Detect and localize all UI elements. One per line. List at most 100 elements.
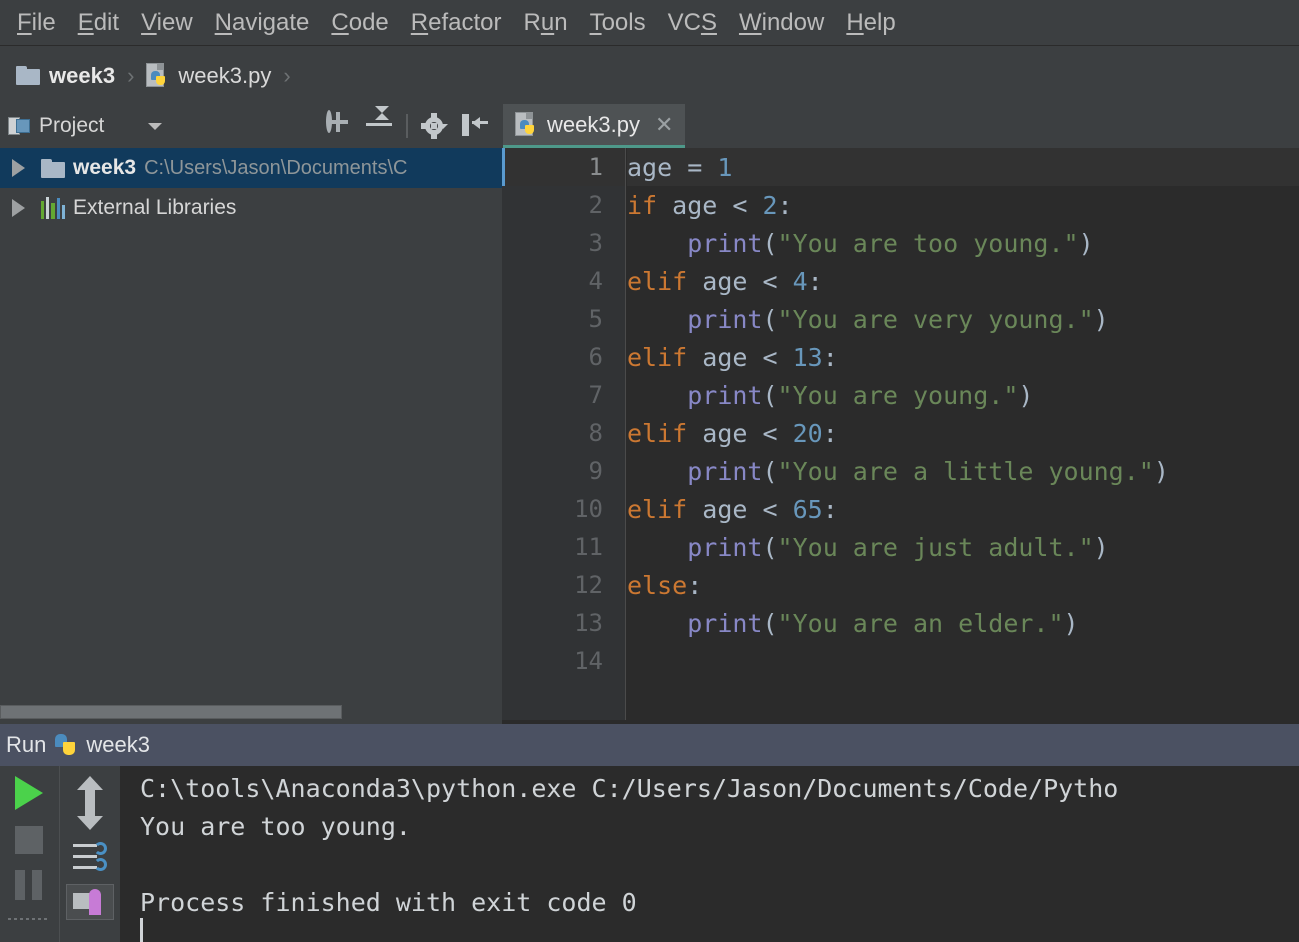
python-file-icon	[515, 112, 538, 137]
tree-row-path: C:\Users\Jason\Documents\C	[144, 156, 408, 179]
line-number[interactable]: 14	[502, 642, 625, 680]
collapse-all-icon[interactable]	[366, 106, 392, 139]
line-number[interactable]: 5	[502, 300, 625, 338]
gear-icon[interactable]	[421, 113, 448, 139]
stop-icon[interactable]	[15, 826, 43, 854]
line-number[interactable]: 3	[502, 224, 625, 262]
console-line: Process finished with exit code 0	[140, 888, 637, 917]
code-line[interactable]: print("You are just adult.")	[627, 528, 1299, 566]
code-line[interactable]: print("You are very young.")	[627, 300, 1299, 338]
editor-gutter[interactable]: 1 2 3 4 5 6 7 8 9 10 11 12 13 14	[502, 148, 626, 720]
line-number[interactable]: 9	[502, 452, 625, 490]
line-number[interactable]: 8	[502, 414, 625, 452]
line-number[interactable]: 7	[502, 376, 625, 414]
breadcrumb-folder[interactable]: week3	[16, 63, 115, 89]
project-window-icon	[8, 116, 31, 136]
menu-item-run[interactable]: Run	[513, 7, 579, 39]
code-token: (	[762, 456, 778, 486]
toolbar-divider	[406, 114, 408, 138]
code-line[interactable]: elif age < 4:	[627, 262, 1299, 300]
menu-item-navigate[interactable]: Navigate	[204, 7, 321, 39]
code-line[interactable]: age = 1	[627, 148, 1299, 186]
tab-week3-py[interactable]: week3.py ✕	[503, 104, 686, 148]
code-line[interactable]: print("You are too young.")	[627, 224, 1299, 262]
line-number[interactable]: 12	[502, 566, 625, 604]
code-token: else	[627, 570, 688, 600]
line-number[interactable]: 13	[502, 604, 625, 642]
menu-item-refactor[interactable]: Refactor	[400, 7, 513, 39]
code-line[interactable]: elif age < 65:	[627, 490, 1299, 528]
project-scrollbar-thumb[interactable]	[0, 705, 342, 719]
code-line[interactable]: elif age < 20:	[627, 414, 1299, 452]
collapsed-arrow-icon[interactable]	[12, 199, 25, 217]
menu-item-vcs[interactable]: VCS	[657, 7, 728, 39]
code-line[interactable]: else:	[627, 566, 1299, 604]
hide-panel-icon[interactable]	[462, 113, 488, 139]
locate-icon[interactable]	[326, 110, 352, 139]
menu-item-edit[interactable]: Edit	[67, 7, 130, 39]
code-content[interactable]: age = 1 if age < 2: print("You are too yo…	[627, 148, 1299, 720]
menu-item-code[interactable]: Code	[320, 7, 399, 39]
code-token: if	[627, 190, 673, 220]
menu-bar: File Edit View Navigate Code Refactor Run Tools…	[0, 0, 1299, 46]
code-line[interactable]: print("You are young.")	[627, 376, 1299, 414]
code-token: age <	[702, 342, 793, 372]
code-token: age	[627, 152, 688, 182]
code-token: "You are a little young."	[777, 456, 1154, 486]
close-icon[interactable]: ✕	[655, 112, 673, 138]
scroll-up-icon[interactable]	[76, 776, 103, 804]
run-console-output[interactable]: C:\tools\Anaconda3\python.exe C:/Users/J…	[120, 766, 1299, 942]
line-number[interactable]: 4	[502, 262, 625, 300]
code-token: age <	[702, 494, 793, 524]
code-token: 65	[792, 494, 823, 524]
project-panel-title[interactable]: Project	[39, 114, 104, 138]
rerun-play-icon[interactable]	[15, 776, 43, 810]
soft-wrap-icon[interactable]	[72, 842, 107, 872]
code-token: age <	[702, 266, 793, 296]
code-line[interactable]: print("You are an elder.")	[627, 604, 1299, 642]
run-panel-header[interactable]: Run week3	[0, 724, 1299, 766]
code-token: :	[822, 418, 838, 448]
code-token: "You are just adult."	[777, 532, 1094, 562]
code-line[interactable]: elif age < 13:	[627, 338, 1299, 376]
breadcrumb-file[interactable]: week3.py	[146, 63, 271, 89]
code-token: 20	[792, 418, 823, 448]
code-line[interactable]: print("You are a little young.")	[627, 452, 1299, 490]
line-number[interactable]: 1	[502, 148, 625, 186]
code-editor[interactable]: 1 2 3 4 5 6 7 8 9 10 11 12 13 14 age = 1 if age < 2: p…	[502, 148, 1299, 720]
breadcrumb: week3 › week3.py ›	[0, 47, 1299, 104]
code-token: :	[822, 342, 838, 372]
line-number[interactable]: 2	[502, 186, 625, 224]
pause-icon[interactable]	[15, 870, 43, 900]
run-panel-label: Run	[6, 732, 47, 757]
menu-item-help[interactable]: Help	[835, 7, 906, 39]
collapsed-arrow-icon[interactable]	[12, 159, 25, 177]
menu-item-file[interactable]: File	[6, 7, 67, 39]
tree-row[interactable]: week3 C:\Users\Jason\Documents\C	[0, 148, 502, 188]
project-tree[interactable]: week3 C:\Users\Jason\Documents\C External …	[0, 148, 502, 692]
chevron-down-icon[interactable]	[148, 122, 163, 130]
project-toolbar	[326, 106, 494, 139]
menu-item-tools[interactable]: Tools	[579, 7, 657, 39]
code-token: elif	[627, 494, 703, 524]
code-token: 4	[792, 266, 808, 296]
console-line: C:\tools\Anaconda3\python.exe C:/Users/J…	[140, 774, 1119, 803]
python-icon	[55, 734, 77, 756]
code-line[interactable]: if age < 2:	[627, 186, 1299, 224]
line-number[interactable]: 6	[502, 338, 625, 376]
pycharm-window: File Edit View Navigate Code Refactor Run Tools…	[0, 0, 1299, 942]
print-icon[interactable]	[65, 884, 114, 920]
tree-row[interactable]: External Libraries	[0, 188, 502, 228]
scroll-down-icon[interactable]	[76, 802, 103, 830]
code-line[interactable]	[627, 642, 1299, 680]
line-number[interactable]: 10	[502, 490, 625, 528]
code-token: =	[687, 152, 718, 182]
code-token: )	[1093, 304, 1109, 334]
console-line: You are too young.	[140, 812, 411, 841]
breadcrumb-separator-1: ›	[127, 62, 135, 88]
menu-item-window[interactable]: Window	[728, 7, 835, 39]
line-number[interactable]: 11	[502, 528, 625, 566]
menu-item-view[interactable]: View	[130, 7, 204, 39]
